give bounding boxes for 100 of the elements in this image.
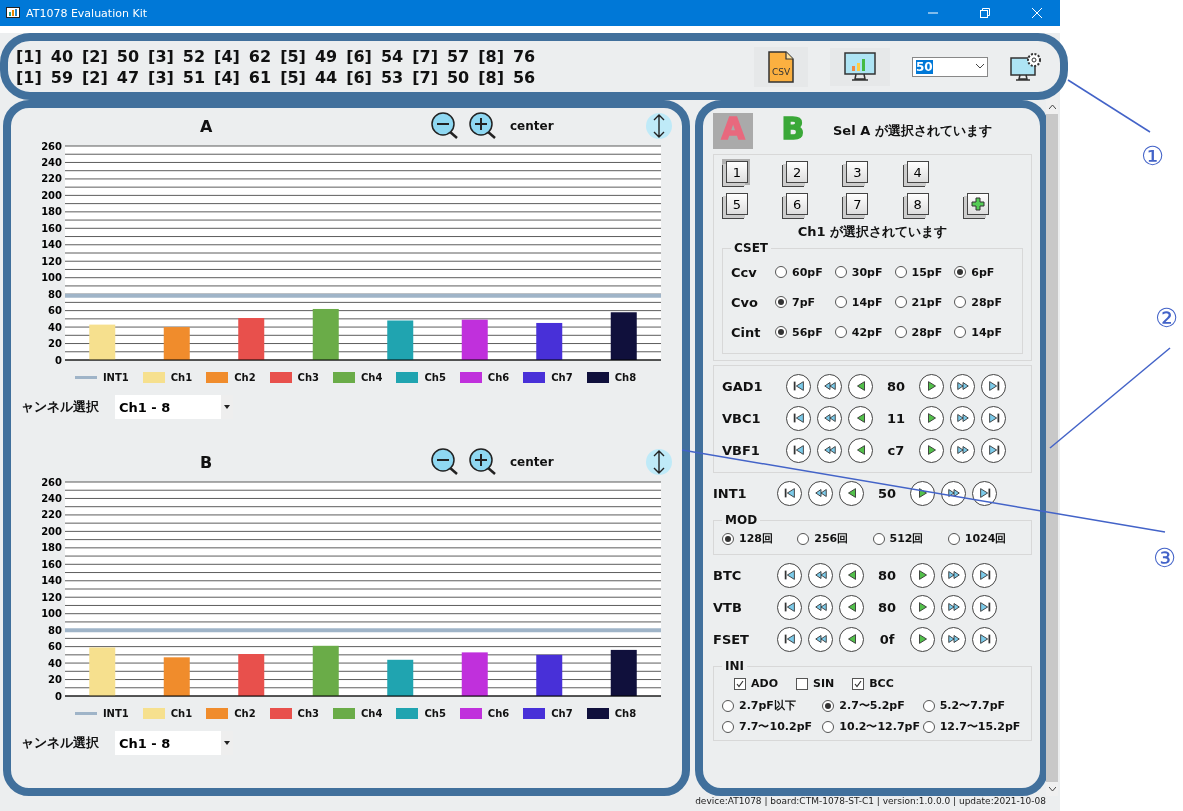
axis-tick-label: 0 (55, 690, 62, 702)
radio-button[interactable] (922, 699, 935, 712)
zoom-in-button[interactable] (468, 112, 498, 140)
prev-button[interactable] (839, 480, 864, 506)
prev-button[interactable] (848, 405, 873, 431)
csv-export-button[interactable]: CSV (754, 46, 808, 87)
last-button[interactable] (972, 480, 997, 506)
radio-button[interactable] (822, 720, 835, 733)
vertical-resize-button[interactable] (646, 449, 672, 475)
last-button[interactable] (972, 626, 997, 652)
channel-index: [1] (16, 46, 42, 66)
radio-button[interactable] (797, 532, 810, 545)
prev-button[interactable] (839, 594, 864, 620)
radio-button[interactable] (834, 266, 847, 278)
zoom-out-button[interactable] (430, 448, 460, 476)
forward-button[interactable] (941, 562, 966, 588)
radio-button[interactable] (954, 266, 967, 278)
radio-button[interactable] (822, 699, 835, 712)
radio-button[interactable] (834, 296, 847, 308)
prev-button[interactable] (848, 437, 873, 463)
channel-select[interactable]: Ch1 - 8 (115, 731, 233, 755)
zoom-in-icon (468, 448, 498, 476)
radio-button[interactable] (894, 266, 907, 278)
rewind-button[interactable] (808, 562, 833, 588)
rewind-button[interactable] (808, 626, 833, 652)
prev-button[interactable] (848, 373, 873, 399)
last-button[interactable] (972, 562, 997, 588)
first-button[interactable] (777, 480, 802, 506)
forward-button[interactable] (950, 437, 975, 463)
last-button[interactable] (981, 405, 1006, 431)
last-button[interactable] (981, 373, 1006, 399)
forward-button[interactable] (941, 480, 966, 506)
next-button[interactable] (910, 562, 935, 588)
radio-button[interactable] (834, 326, 847, 338)
first-button[interactable] (786, 405, 811, 431)
first-button[interactable] (777, 626, 802, 652)
radio-button[interactable] (722, 532, 734, 545)
interval-dropdown[interactable]: 50 (912, 56, 988, 77)
legend-label: Ch5 (424, 372, 446, 383)
radio-button[interactable] (872, 532, 885, 545)
next-button[interactable] (910, 626, 935, 652)
radio-button[interactable] (947, 532, 960, 545)
next-button[interactable] (919, 437, 944, 463)
first-button[interactable] (786, 373, 811, 399)
graph-monitor-button[interactable] (830, 47, 890, 86)
radio-button[interactable] (954, 296, 967, 308)
next-button[interactable] (910, 480, 935, 506)
forward-button[interactable] (941, 626, 966, 652)
radio-button[interactable] (775, 326, 787, 338)
next-button[interactable] (919, 373, 944, 399)
settings-button[interactable] (1010, 51, 1042, 82)
checkbox-label: ADO (751, 677, 778, 690)
radio-button[interactable] (775, 296, 787, 308)
first-button[interactable] (777, 562, 802, 588)
scrollbar[interactable] (1046, 100, 1058, 796)
zoom-in-button[interactable] (468, 448, 498, 476)
last-button[interactable] (972, 594, 997, 620)
radio-button[interactable] (894, 296, 907, 308)
radio-button[interactable] (775, 266, 787, 278)
rewind-button[interactable] (808, 594, 833, 620)
rewind-button[interactable] (817, 405, 842, 431)
rewind-button[interactable] (817, 437, 842, 463)
axis-tick-label: 120 (41, 591, 62, 603)
legend-label: Ch6 (487, 372, 510, 383)
prev-button[interactable] (839, 562, 864, 588)
radio-button[interactable] (722, 699, 734, 712)
radio-button[interactable] (722, 720, 734, 733)
chart-title: B (200, 452, 214, 472)
forward-button[interactable] (950, 405, 975, 431)
forward-button[interactable] (950, 373, 975, 399)
first-button[interactable] (777, 594, 802, 620)
app-icon (6, 7, 20, 19)
checkbox-label: SIN (813, 677, 835, 690)
scroll-down-button[interactable] (1046, 782, 1058, 796)
radio-button[interactable] (922, 720, 935, 733)
axis-tick-label: 20 (48, 338, 62, 350)
checkbox[interactable] (734, 677, 746, 690)
last-button[interactable] (981, 437, 1006, 463)
radio-button[interactable] (954, 326, 967, 338)
radio-button[interactable] (894, 326, 907, 338)
next-button[interactable] (919, 405, 944, 431)
prev-button[interactable] (839, 626, 864, 652)
channel-reading: 51 (182, 67, 206, 87)
first-button[interactable] (786, 437, 811, 463)
forward-button[interactable] (941, 594, 966, 620)
window-title: AT1078 Evaluation Kit (26, 6, 148, 20)
vertical-resize-button[interactable] (646, 113, 672, 139)
zoom-out-button[interactable] (430, 112, 460, 140)
cset-label: Cvo (731, 294, 759, 310)
checkbox[interactable] (852, 677, 865, 690)
rewind-button[interactable] (808, 480, 833, 506)
option-label: 42pF (851, 325, 883, 339)
channel-select[interactable]: Ch1 - 8 (115, 395, 233, 419)
checkbox[interactable] (796, 677, 808, 690)
scroll-up-button[interactable] (1046, 100, 1058, 114)
legend-label: Ch8 (614, 708, 637, 719)
group-title: MOD (724, 513, 759, 527)
next-button[interactable] (910, 594, 935, 620)
rewind-button[interactable] (817, 373, 842, 399)
channel-button[interactable]: 1 (722, 159, 750, 185)
